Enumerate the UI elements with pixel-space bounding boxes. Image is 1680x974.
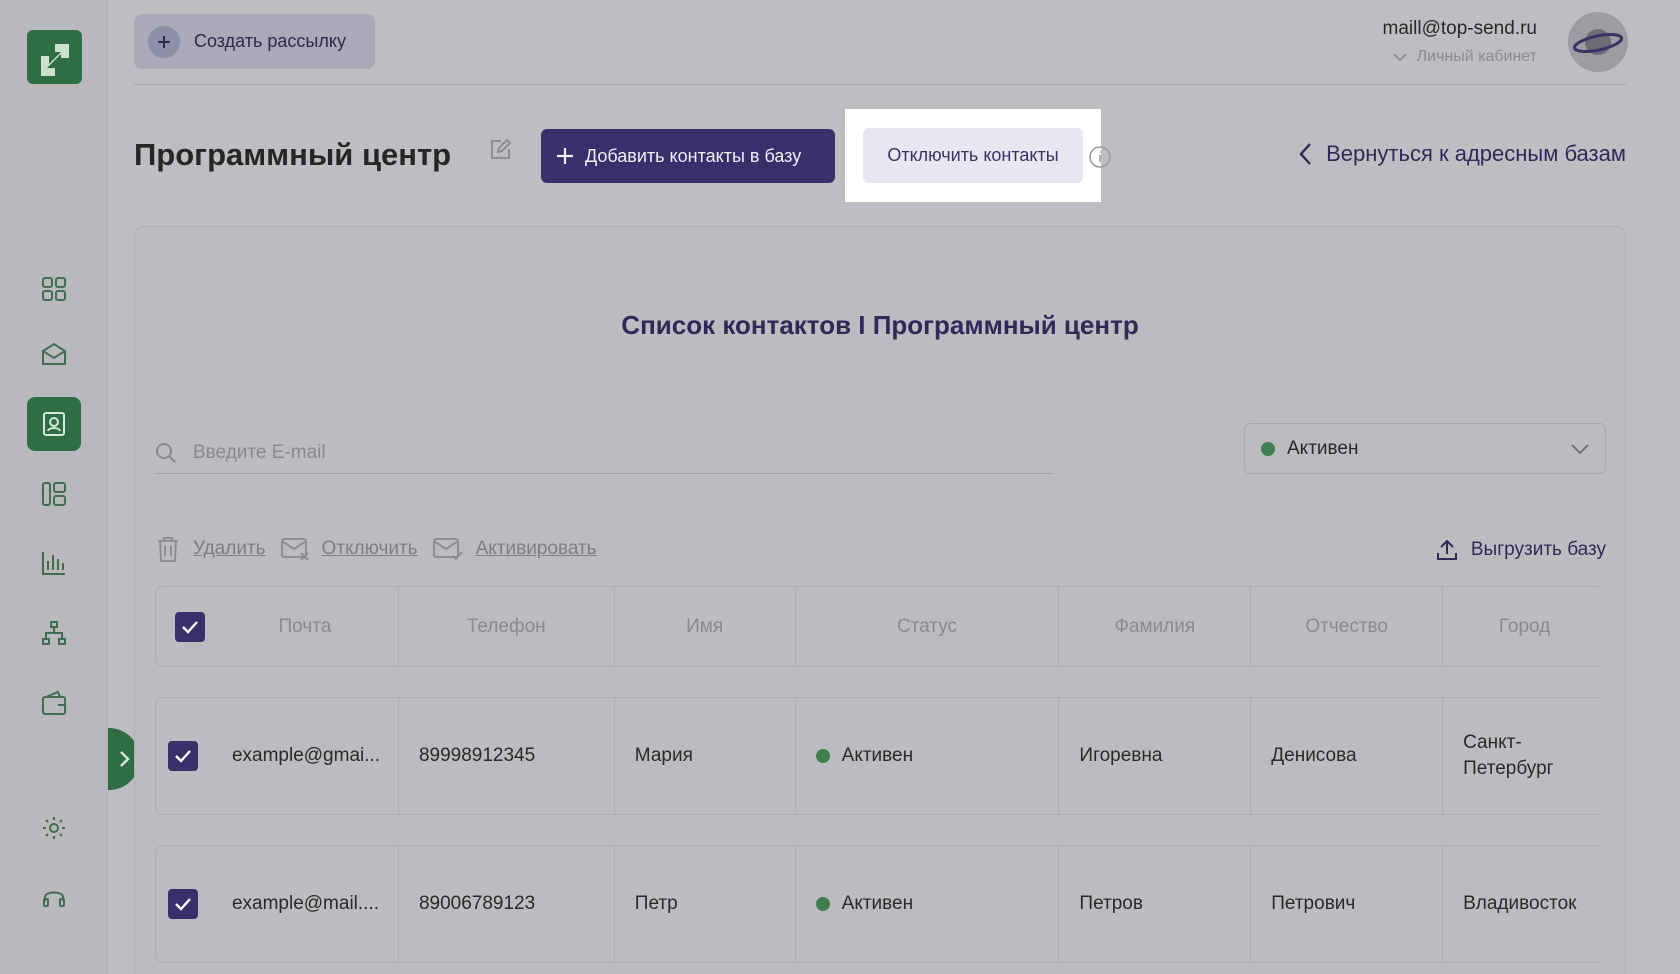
disable-label: Отключить bbox=[321, 538, 418, 559]
info-icon[interactable] bbox=[1088, 145, 1112, 174]
cell-middlename: Денисова bbox=[1251, 698, 1444, 814]
cell-email: example@mail.... bbox=[212, 846, 399, 962]
logo-icon[interactable] bbox=[27, 30, 82, 84]
nav-templates-icon[interactable] bbox=[27, 467, 81, 521]
check-icon bbox=[175, 898, 191, 911]
cell-lastname: Петров bbox=[1059, 846, 1252, 962]
user-email: maill@top-send.ru bbox=[1382, 18, 1537, 39]
status-dot bbox=[815, 749, 830, 763]
disable-action[interactable]: Отключить bbox=[280, 536, 418, 562]
app-root: Создать рассылку maill@top-send.ru Личны… bbox=[0, 0, 1680, 974]
plus-icon bbox=[557, 148, 573, 164]
chevron-down-icon bbox=[1571, 443, 1589, 454]
status-label: Активен bbox=[841, 745, 914, 766]
sidebar bbox=[0, 0, 108, 974]
cell-phone: 89006789123 bbox=[399, 846, 615, 962]
upload-icon bbox=[1436, 539, 1457, 560]
contacts-table: Почта Телефон Имя Статус Фамилия Отчеств… bbox=[155, 586, 1606, 963]
column-header-name[interactable]: Имя bbox=[615, 587, 796, 666]
cell-lastname: Игоревна bbox=[1059, 698, 1252, 814]
search-field[interactable] bbox=[155, 432, 1053, 474]
cell-city: Владивосток bbox=[1463, 893, 1577, 914]
cell-name: Мария bbox=[615, 698, 796, 814]
planet-icon bbox=[1572, 29, 1624, 55]
nav-contacts-icon[interactable] bbox=[27, 397, 81, 451]
account-menu[interactable]: Личный кабинет bbox=[1392, 48, 1537, 66]
cell-city: Санкт-Петербург bbox=[1463, 732, 1554, 779]
cell-email: example@gmai... bbox=[212, 698, 399, 814]
check-icon bbox=[175, 750, 191, 763]
disable-contacts-button[interactable]: Отключить контакты bbox=[863, 128, 1083, 183]
delete-action[interactable]: Удалить bbox=[155, 535, 266, 563]
edit-icon[interactable] bbox=[488, 138, 512, 167]
chevron-right-icon bbox=[120, 751, 130, 767]
column-header-city[interactable]: Город bbox=[1443, 587, 1606, 666]
export-label: Выгрузить базу bbox=[1470, 539, 1606, 560]
create-mailing-button[interactable]: Создать рассылку bbox=[134, 14, 375, 69]
row-select-cell bbox=[156, 698, 212, 814]
header-divider bbox=[134, 84, 1626, 85]
column-header-email[interactable]: Почта bbox=[212, 587, 399, 666]
status-filter-value: Активен bbox=[1287, 437, 1359, 459]
select-all-cell bbox=[156, 587, 212, 666]
add-contacts-label: Добавить контакты в базу bbox=[585, 145, 802, 166]
row-checkbox[interactable] bbox=[168, 889, 198, 919]
account-label: Личный кабинет bbox=[1416, 48, 1537, 65]
column-header-status[interactable]: Статус bbox=[796, 587, 1060, 666]
mail-off-icon bbox=[280, 538, 309, 561]
back-link-label: Вернуться к адресным базам bbox=[1326, 141, 1626, 166]
nav-dashboard-icon[interactable] bbox=[27, 262, 81, 316]
nav-stats-icon[interactable] bbox=[27, 536, 81, 590]
page-title: Программный центр bbox=[134, 137, 452, 172]
nav-wallet-icon[interactable] bbox=[27, 676, 81, 730]
table-header-row: Почта Телефон Имя Статус Фамилия Отчеств… bbox=[155, 586, 1606, 667]
search-icon bbox=[156, 442, 176, 463]
avatar[interactable] bbox=[1568, 12, 1628, 72]
column-header-middlename[interactable]: Отчество bbox=[1251, 587, 1444, 666]
activate-label: Активировать bbox=[475, 538, 597, 559]
chevron-left-icon bbox=[1299, 143, 1312, 165]
delete-label: Удалить bbox=[193, 538, 266, 559]
status-dot bbox=[1261, 441, 1275, 456]
settings-icon[interactable] bbox=[27, 801, 81, 855]
row-select-cell bbox=[156, 846, 212, 962]
support-icon[interactable] bbox=[27, 871, 81, 925]
nav-structure-icon[interactable] bbox=[27, 606, 81, 660]
search-input[interactable] bbox=[193, 441, 953, 464]
table-row[interactable]: example@mail.... 89006789123 Петр Активе… bbox=[155, 845, 1606, 963]
cell-middlename: Петрович bbox=[1251, 846, 1444, 962]
status-label: Активен bbox=[841, 893, 914, 914]
cell-status: Активен bbox=[796, 698, 1060, 814]
trash-icon bbox=[158, 537, 178, 562]
create-mailing-label: Создать рассылку bbox=[194, 31, 346, 51]
select-all-checkbox[interactable] bbox=[174, 611, 205, 642]
column-header-phone[interactable]: Телефон bbox=[399, 587, 615, 666]
column-header-lastname[interactable]: Фамилия bbox=[1059, 587, 1252, 666]
check-icon bbox=[182, 620, 198, 634]
cell-phone: 89998912345 bbox=[399, 698, 615, 814]
status-dot bbox=[815, 897, 830, 911]
activate-action[interactable]: Активировать bbox=[432, 536, 597, 562]
add-contacts-button[interactable]: Добавить контакты в базу bbox=[541, 129, 835, 183]
export-base-button[interactable]: Выгрузить базу bbox=[1435, 538, 1606, 562]
cell-name: Петр bbox=[615, 846, 796, 962]
bulk-actions: Удалить Отключить Активировать bbox=[155, 535, 597, 563]
row-checkbox[interactable] bbox=[168, 741, 198, 771]
back-to-bases-link[interactable]: Вернуться к адресным базам bbox=[1298, 141, 1626, 167]
table-row[interactable]: example@gmai... 89998912345 Мария Активе… bbox=[155, 697, 1606, 815]
disable-contacts-label: Отключить контакты bbox=[887, 145, 1059, 165]
list-title: Список контактов I Программный центр bbox=[621, 310, 1139, 340]
nav-mailing-icon[interactable] bbox=[27, 327, 81, 381]
cell-status: Активен bbox=[796, 846, 1060, 962]
status-filter-select[interactable]: Активен bbox=[1244, 423, 1606, 474]
plus-icon bbox=[148, 25, 180, 58]
chevron-down-icon bbox=[1392, 53, 1407, 62]
mail-check-icon bbox=[432, 538, 463, 561]
